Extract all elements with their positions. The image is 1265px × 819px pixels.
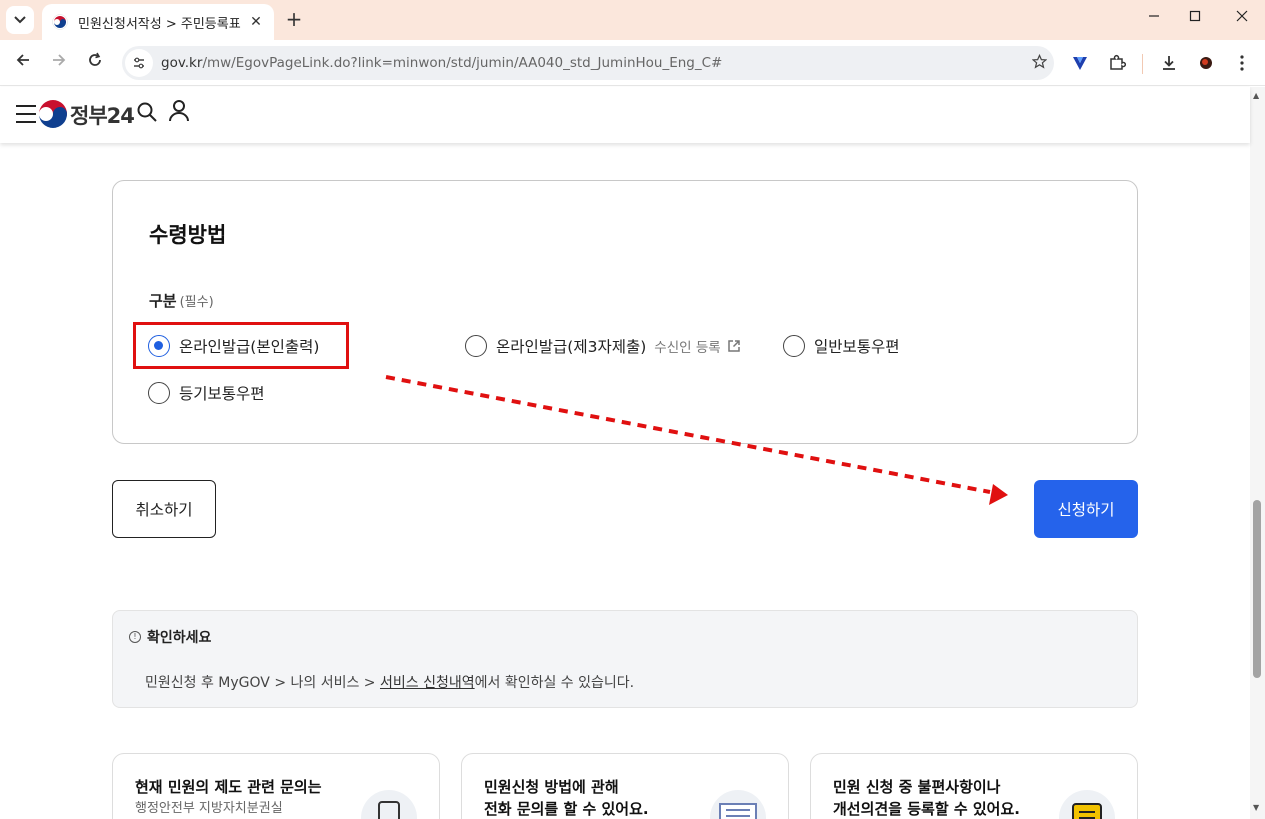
maximize-icon[interactable]: [1180, 8, 1210, 26]
annotation-highlight-box: [133, 322, 349, 369]
back-icon[interactable]: [11, 51, 35, 75]
reload-icon[interactable]: [83, 51, 107, 75]
info-card-line2: 행정안전부 지방자치분권실: [135, 801, 283, 816]
info-card-line1: 민원 신청 중 불편사항이나: [833, 778, 1001, 796]
info-card-line1: 현재 민원의 제도 관련 문의는: [135, 778, 322, 796]
tab-close-icon[interactable]: ✕: [248, 14, 264, 30]
download-icon[interactable]: [1158, 52, 1180, 74]
recipient-register-link[interactable]: 수신인 등록: [654, 336, 720, 356]
logo-text[interactable]: 정부24: [70, 100, 135, 130]
url-text: gov.kr/mw/EgovPageLink.do?link=minwon/st…: [161, 55, 1024, 71]
toolbar-divider: [1142, 54, 1143, 74]
tab-title: 민원신청서작성 > 주민등록표: [78, 16, 241, 32]
address-bar[interactable]: gov.kr/mw/EgovPageLink.do?link=minwon/st…: [122, 46, 1054, 80]
radio-regular-mail[interactable]: 일반보통우편: [783, 335, 900, 357]
minimize-icon[interactable]: [1139, 8, 1169, 26]
site-header: 정부24: [0, 87, 1250, 143]
radio-label: 온라인발급(제3자제출): [496, 338, 647, 356]
document-question-icon: [378, 801, 400, 819]
gov24-logo-icon[interactable]: [38, 99, 68, 129]
info-card-illustration: [710, 790, 766, 819]
browser-menu-icon[interactable]: [1231, 52, 1253, 74]
notice-body: 민원신청 후 MyGOV > 나의 서비스 > 서비스 신청내역에서 확인하실 …: [145, 672, 634, 692]
service-history-link[interactable]: 서비스 신청내역: [380, 675, 475, 691]
radio-label: 일반보통우편: [814, 338, 900, 356]
active-tab[interactable]: 민원신청서작성 > 주민등록표 ✕: [42, 4, 274, 40]
radio-online-third-party[interactable]: 온라인발급(제3자제출) 수신인 등록: [465, 335, 741, 357]
external-link-icon[interactable]: [727, 339, 741, 353]
info-card-text: 현재 민원의 제도 관련 문의는 행정안전부 지방자치분권실: [135, 776, 322, 819]
screen-icon: [719, 803, 757, 819]
browser-tab-bar: 민원신청서작성 > 주민등록표 ✕ +: [0, 0, 1265, 40]
memo-icon: [1072, 803, 1102, 819]
chevron-down-icon: [14, 16, 26, 24]
notice-text: 민원신청 후 MyGOV > 나의 서비스 >: [145, 675, 380, 691]
site-settings-icon[interactable]: [125, 49, 153, 77]
notice-header: ! 확인하세요: [129, 627, 211, 647]
radio-registered-mail[interactable]: 등기보통우편: [148, 382, 265, 404]
notice-title: 확인하세요: [147, 630, 212, 646]
close-window-icon[interactable]: [1227, 8, 1257, 26]
info-card-illustration: [1059, 790, 1115, 819]
field-label-text: 구분: [149, 292, 177, 310]
radio-label: 등기보통우편: [179, 385, 265, 403]
new-tab-button[interactable]: +: [282, 8, 306, 32]
info-card-feedback[interactable]: 민원 신청 중 불편사항이나 개선의견을 등록할 수 있어요.: [810, 753, 1138, 819]
submit-button[interactable]: 신청하기: [1034, 480, 1138, 538]
radio-circle[interactable]: [148, 382, 170, 404]
url-host: gov.kr: [161, 55, 203, 71]
radio-circle[interactable]: [783, 335, 805, 357]
info-card-text: 민원신청 방법에 관해 전화 문의를 할 수 있어요.: [484, 776, 649, 819]
notice-text-suffix: 에서 확인하실 수 있습니다.: [474, 675, 635, 691]
info-icon: !: [129, 631, 141, 643]
field-label: 구분 (필수): [149, 290, 214, 311]
scroll-down-arrow-icon[interactable]: ▼: [1253, 803, 1259, 812]
scroll-up-arrow-icon[interactable]: ▲: [1253, 91, 1259, 100]
info-card-line1: 민원신청 방법에 관해: [484, 778, 619, 796]
cancel-button[interactable]: 취소하기: [112, 480, 216, 538]
page-scrollbar[interactable]: ▲ ▼: [1250, 87, 1265, 819]
search-icon[interactable]: [136, 101, 158, 123]
scroll-thumb[interactable]: [1253, 500, 1261, 678]
menu-hamburger-icon[interactable]: [16, 105, 36, 123]
forward-icon[interactable]: [47, 51, 71, 75]
url-path: /mw/EgovPageLink.do?link=minwon/std/jumi…: [202, 55, 723, 71]
section-title: 수령방법: [149, 223, 227, 247]
gov-favicon-icon: [52, 14, 68, 30]
info-card-inquiry[interactable]: 현재 민원의 제도 관련 문의는 행정안전부 지방자치분권실: [112, 753, 440, 819]
extensions-puzzle-icon[interactable]: [1106, 52, 1128, 74]
info-card-text: 민원 신청 중 불편사항이나 개선의견을 등록할 수 있어요.: [833, 776, 1020, 819]
radio-circle[interactable]: [465, 335, 487, 357]
bookmark-star-icon[interactable]: [1024, 53, 1054, 73]
required-mark: (필수): [179, 295, 214, 310]
info-card-line2: 개선의견을 등록할 수 있어요.: [833, 800, 1020, 818]
profile-avatar-icon[interactable]: [1195, 52, 1217, 74]
info-card-illustration: [361, 790, 417, 819]
browser-toolbar: gov.kr/mw/EgovPageLink.do?link=minwon/st…: [0, 40, 1265, 86]
info-card-line2: 전화 문의를 할 수 있어요.: [484, 800, 649, 818]
extension-shield-icon[interactable]: [1069, 52, 1091, 74]
notice-box: ! 확인하세요 민원신청 후 MyGOV > 나의 서비스 > 서비스 신청내역…: [112, 610, 1138, 708]
tab-list-button[interactable]: [6, 6, 34, 34]
annotation-dashed-arrow: [385, 375, 1008, 505]
user-icon[interactable]: [168, 99, 190, 123]
info-card-phone[interactable]: 민원신청 방법에 관해 전화 문의를 할 수 있어요.: [461, 753, 789, 819]
